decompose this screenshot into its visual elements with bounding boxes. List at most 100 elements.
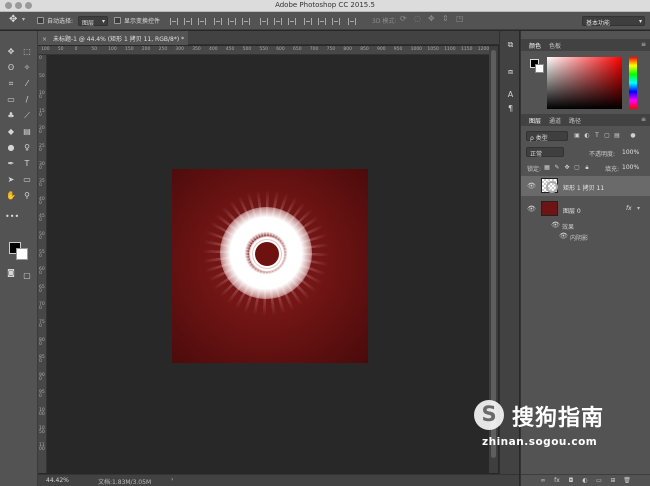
distribute-right-icon[interactable]: [332, 18, 340, 25]
filter-shape-icon[interactable]: ▢: [603, 132, 611, 140]
distribute-hcenter-icon[interactable]: [318, 18, 326, 25]
align-right-icon[interactable]: [242, 18, 250, 25]
path-selection-icon[interactable]: ➤: [5, 174, 17, 185]
show-transform-checkbox[interactable]: [114, 17, 121, 24]
auto-align-icon[interactable]: [348, 18, 356, 25]
distribute-top-icon[interactable]: [260, 18, 268, 25]
dodge-tool-icon[interactable]: ♀: [21, 142, 33, 153]
add-style-icon[interactable]: fx: [553, 477, 561, 485]
auto-select-dropdown[interactable]: 图层 ▾: [78, 16, 108, 27]
document-canvas[interactable]: [172, 169, 368, 363]
tab-channels[interactable]: 通道: [549, 116, 561, 125]
history-panel-icon[interactable]: ⧉: [505, 40, 516, 51]
filter-pixel-icon[interactable]: ▣: [573, 132, 581, 140]
properties-panel-icon[interactable]: ⧈: [505, 67, 516, 78]
tab-color[interactable]: 颜色: [529, 41, 541, 50]
screen-mode-icon[interactable]: ▢: [21, 270, 33, 281]
gradient-tool-icon[interactable]: ▤: [21, 126, 33, 137]
effects-eye-icon[interactable]: 👁︎: [551, 221, 560, 229]
distribute-vcenter-icon[interactable]: [274, 18, 282, 25]
move-tool-icon[interactable]: ✥: [5, 46, 17, 57]
fill-value[interactable]: 100%: [622, 164, 639, 171]
add-mask-icon[interactable]: ◘: [567, 477, 575, 485]
hue-slider[interactable]: [629, 57, 637, 109]
adjustment-layer-icon[interactable]: ◐: [581, 477, 589, 485]
more-tools-icon[interactable]: •••: [5, 211, 19, 222]
status-menu-arrow-icon[interactable]: ›: [171, 476, 173, 483]
filter-adjustment-icon[interactable]: ◐: [583, 132, 591, 140]
color-picker-field[interactable]: [547, 57, 622, 109]
align-bottom-icon[interactable]: [198, 18, 206, 25]
layer-fx-icon[interactable]: fx: [626, 205, 632, 212]
panel-background-swatch[interactable]: [535, 64, 544, 73]
panel-menu-icon[interactable]: ≡: [641, 41, 646, 48]
document-tab[interactable]: × 未标题-1 @ 44.4% (矩形 1 拷贝 11, RGB/8*) *: [38, 31, 188, 45]
history-brush-icon[interactable]: ⟋: [21, 110, 33, 121]
align-left-icon[interactable]: [214, 18, 222, 25]
background-color-swatch[interactable]: [16, 248, 28, 260]
chevron-down-icon[interactable]: ▾: [637, 205, 640, 212]
effect-row[interactable]: 👁︎ 内阴影: [521, 230, 650, 244]
move-tool-icon[interactable]: ✥: [9, 14, 17, 25]
lock-image-icon[interactable]: ✎: [553, 164, 561, 172]
layer-row-selected[interactable]: 👁︎ 矩形 1 拷贝 11: [521, 176, 650, 196]
align-top-icon[interactable]: [170, 18, 178, 25]
tool-preset-chevron-icon[interactable]: ▾: [22, 16, 25, 23]
paragraph-panel-icon[interactable]: ¶: [505, 104, 516, 115]
workspace-dropdown[interactable]: 基本功能 ▾: [582, 16, 645, 27]
trash-icon[interactable]: 🗑︎: [623, 477, 631, 485]
filter-smart-object-icon[interactable]: ▤: [613, 132, 621, 140]
close-tab-icon[interactable]: ×: [42, 36, 47, 43]
lock-transparent-icon[interactable]: ▦: [543, 164, 551, 172]
filter-toggle-icon[interactable]: ●: [629, 132, 637, 140]
panel-menu-icon[interactable]: ≡: [641, 116, 646, 123]
tab-swatches[interactable]: 色板: [549, 41, 561, 50]
filter-kind-dropdown[interactable]: ρ 类型: [526, 131, 568, 142]
tab-layers[interactable]: 图层: [529, 116, 541, 125]
crop-tool-icon[interactable]: ⌗: [5, 78, 17, 89]
magic-wand-icon[interactable]: ✧: [21, 62, 33, 73]
blend-mode-dropdown[interactable]: 正常: [526, 147, 564, 158]
new-layer-icon[interactable]: ⊞: [609, 477, 617, 485]
blur-tool-icon[interactable]: ●: [5, 142, 17, 153]
lock-artboard-icon[interactable]: ▢: [573, 164, 581, 172]
lock-all-icon[interactable]: 🔒︎: [583, 164, 591, 172]
3d-scale-icon[interactable]: ◳: [456, 14, 464, 23]
eyedropper-tool-icon[interactable]: ⁄: [21, 78, 33, 89]
marquee-tool-icon[interactable]: ⬚: [21, 46, 33, 57]
link-layers-icon[interactable]: ∞: [539, 477, 547, 485]
healing-brush-icon[interactable]: ▭: [5, 94, 17, 105]
align-vcenter-icon[interactable]: [184, 18, 192, 25]
effect-eye-icon[interactable]: 👁︎: [559, 232, 568, 240]
new-group-icon[interactable]: ▭: [595, 477, 603, 485]
eraser-tool-icon[interactable]: ◆: [5, 126, 17, 137]
hand-tool-icon[interactable]: ✋: [5, 190, 17, 201]
align-hcenter-icon[interactable]: [228, 18, 236, 25]
3d-orbit-icon[interactable]: ⟳: [400, 14, 407, 23]
3d-roll-icon[interactable]: ◌: [414, 14, 421, 23]
filter-type-icon[interactable]: T: [593, 132, 601, 140]
lock-position-icon[interactable]: ✥: [563, 164, 571, 172]
clone-stamp-icon[interactable]: ♣: [5, 110, 17, 121]
tab-paths[interactable]: 路径: [569, 116, 581, 125]
layer-row[interactable]: 👁︎ 图层 0 fx ▾: [521, 199, 650, 219]
zoom-level[interactable]: 44.42%: [46, 477, 69, 484]
visibility-eye-icon[interactable]: 👁︎: [527, 205, 536, 213]
lasso-tool-icon[interactable]: ʘ: [5, 62, 17, 73]
layer-name[interactable]: 图层 0: [563, 206, 581, 215]
distribute-bottom-icon[interactable]: [288, 18, 296, 25]
distribute-left-icon[interactable]: [304, 18, 312, 25]
visibility-eye-icon[interactable]: 👁︎: [527, 182, 536, 190]
layer-name[interactable]: 矩形 1 拷贝 11: [563, 183, 604, 192]
rectangle-tool-icon[interactable]: ▭: [21, 174, 33, 185]
quick-mask-icon[interactable]: ◙: [5, 267, 17, 278]
opacity-value[interactable]: 100%: [622, 149, 639, 156]
zoom-tool-icon[interactable]: ⚲: [21, 190, 33, 201]
brush-tool-icon[interactable]: /: [21, 94, 33, 105]
3d-slide-icon[interactable]: ⇕: [442, 14, 449, 23]
auto-select-checkbox[interactable]: [37, 17, 44, 24]
3d-pan-icon[interactable]: ✥: [428, 14, 435, 23]
character-panel-icon[interactable]: A: [505, 90, 516, 101]
pen-tool-icon[interactable]: ✒: [5, 158, 17, 169]
type-tool-icon[interactable]: T: [21, 158, 33, 169]
